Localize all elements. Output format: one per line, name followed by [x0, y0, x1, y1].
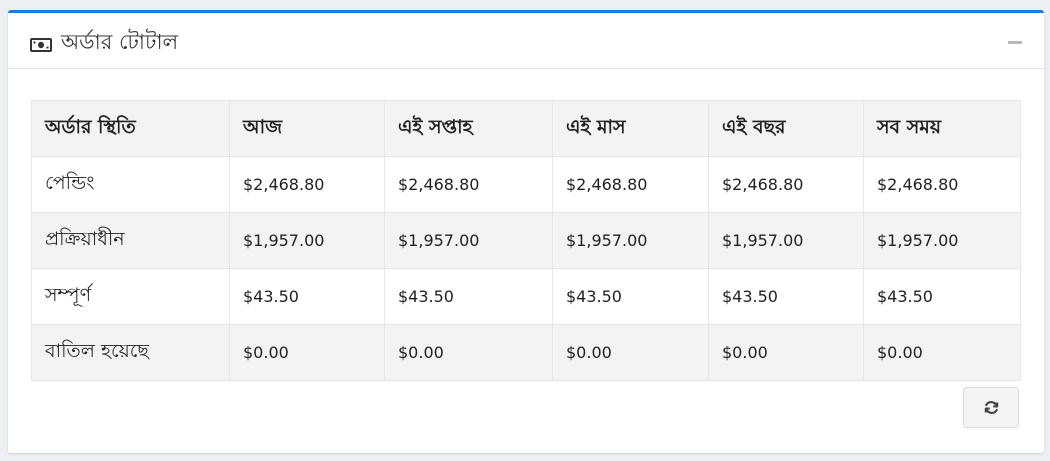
table-cell: $1,957.00: [384, 212, 553, 269]
table-cell: $0.00: [384, 324, 553, 381]
table-cell: $2,468.80: [384, 156, 553, 213]
table-cell: $1,957.00: [229, 212, 385, 269]
column-header: আজ: [229, 100, 385, 157]
table-cell: $1,957.00: [708, 212, 864, 269]
card-title-text: অর্ডার টোটাল: [61, 30, 179, 54]
order-totals-card: অর্ডার টোটাল অর্ডার স্থিতি আজ এই সপ্তাহ …: [8, 10, 1044, 453]
table-cell: $0.00: [863, 324, 1021, 381]
table-cell: $1,957.00: [552, 212, 709, 269]
column-header: এই বছর: [708, 100, 864, 157]
table-cell: $0.00: [229, 324, 385, 381]
table-cell: $0.00: [552, 324, 709, 381]
table-cell: $2,468.80: [708, 156, 864, 213]
table-cell: $2,468.80: [552, 156, 709, 213]
row-label: প্রক্রিয়াধীন: [31, 212, 230, 269]
order-totals-table: অর্ডার স্থিতি আজ এই সপ্তাহ এই মাস এই বছর…: [31, 100, 1021, 381]
table-cell: $43.50: [863, 268, 1021, 325]
table-cell: $2,468.80: [863, 156, 1021, 213]
table-row: সম্পূর্ণ $43.50 $43.50 $43.50 $43.50 $43…: [31, 268, 1021, 325]
column-header: অর্ডার স্থিতি: [31, 100, 230, 157]
column-header: সব সময়: [863, 100, 1021, 157]
collapse-button[interactable]: [1008, 37, 1022, 47]
table-cell: $0.00: [708, 324, 864, 381]
table-row: প্রক্রিয়াধীন $1,957.00 $1,957.00 $1,957…: [31, 212, 1021, 269]
row-label: বাতিল হয়েছে: [31, 324, 230, 381]
table-row: পেন্ডিং $2,468.80 $2,468.80 $2,468.80 $2…: [31, 156, 1021, 213]
table-cell: $43.50: [552, 268, 709, 325]
column-header: এই সপ্তাহ: [384, 100, 553, 157]
column-header: এই মাস: [552, 100, 709, 157]
row-label: পেন্ডিং: [31, 156, 230, 213]
table-cell: $43.50: [229, 268, 385, 325]
table-row: বাতিল হয়েছে $0.00 $0.00 $0.00 $0.00 $0.…: [31, 324, 1021, 381]
card-header: অর্ডার টোটাল: [8, 13, 1044, 69]
refresh-button[interactable]: [963, 387, 1019, 428]
row-label: সম্পূর্ণ: [31, 268, 230, 325]
table-cell: $43.50: [708, 268, 864, 325]
refresh-icon: [984, 401, 998, 414]
table-cell: $43.50: [384, 268, 553, 325]
table-header-row: অর্ডার স্থিতি আজ এই সপ্তাহ এই মাস এই বছর…: [31, 100, 1021, 157]
money-icon: [30, 37, 52, 52]
card-title: অর্ডার টোটাল: [30, 26, 178, 61]
table-cell: $1,957.00: [863, 212, 1021, 269]
table-cell: $2,468.80: [229, 156, 385, 213]
